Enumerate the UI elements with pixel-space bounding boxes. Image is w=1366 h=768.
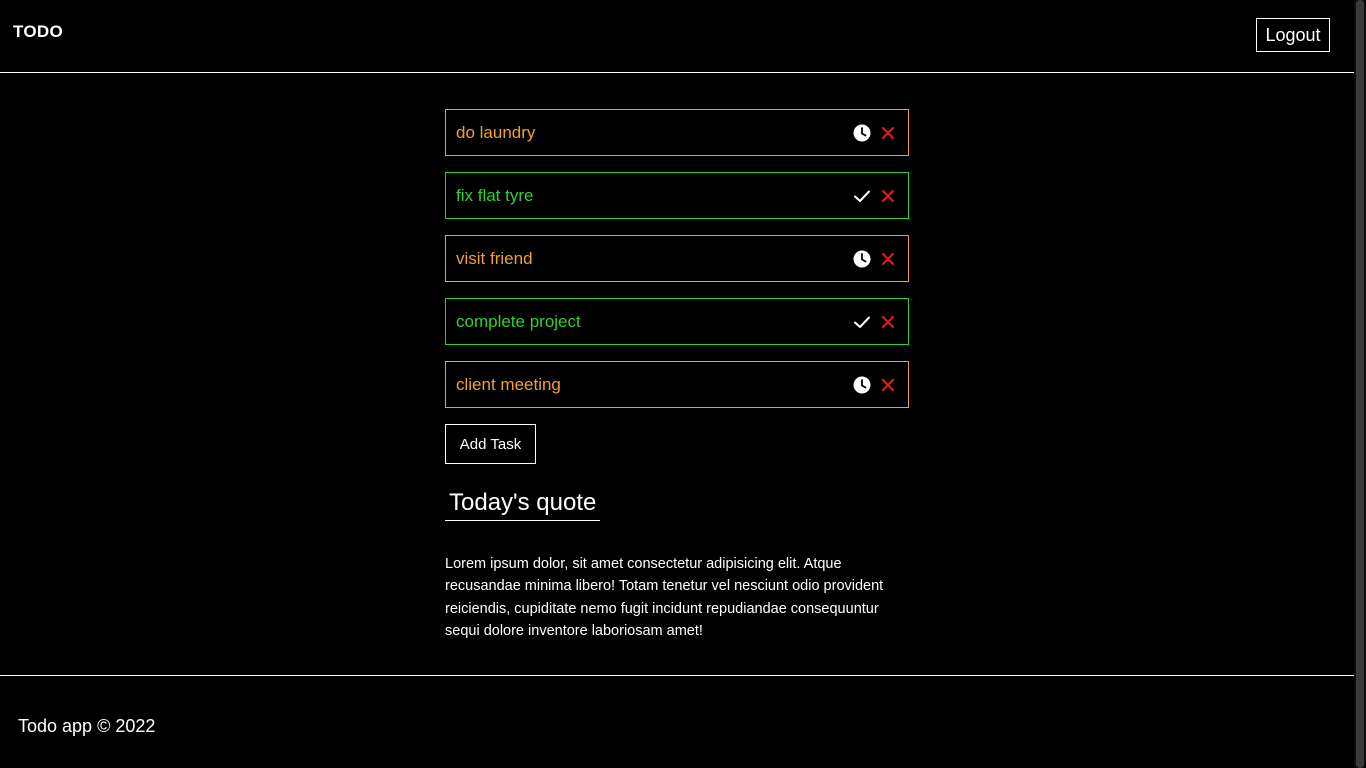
task-item: do laundry bbox=[445, 109, 909, 156]
task-label: client meeting bbox=[456, 375, 561, 394]
clock-icon[interactable] bbox=[853, 376, 871, 394]
check-icon[interactable] bbox=[853, 313, 871, 331]
copyright-text: Todo app © 2022 bbox=[18, 716, 156, 736]
add-task-button[interactable]: Add Task bbox=[445, 424, 536, 464]
page: TODO Logout do laundry fix flat tyre vis… bbox=[0, 0, 1354, 768]
app-header: TODO Logout bbox=[0, 0, 1354, 73]
delete-icon[interactable] bbox=[880, 377, 896, 393]
task-label: fix flat tyre bbox=[456, 186, 534, 205]
clock-icon[interactable] bbox=[853, 124, 871, 142]
scrollbar-thumb[interactable] bbox=[1356, 0, 1364, 768]
delete-icon[interactable] bbox=[880, 188, 896, 204]
task-item: visit friend bbox=[445, 235, 909, 282]
clock-icon[interactable] bbox=[853, 250, 871, 268]
task-label: do laundry bbox=[456, 123, 536, 142]
brand-title: TODO bbox=[13, 22, 64, 41]
task-item: client meeting bbox=[445, 361, 909, 408]
delete-icon[interactable] bbox=[880, 251, 896, 267]
delete-icon[interactable] bbox=[880, 125, 896, 141]
app-footer: Todo app © 2022 bbox=[0, 675, 1354, 768]
quote-text: Lorem ipsum dolor, sit amet consectetur … bbox=[445, 555, 884, 640]
task-label: visit friend bbox=[456, 249, 533, 268]
task-item: fix flat tyre bbox=[445, 172, 909, 219]
task-list: do laundry fix flat tyre visit friend co… bbox=[445, 109, 909, 408]
logout-button[interactable]: Logout bbox=[1256, 18, 1330, 52]
vertical-scrollbar[interactable] bbox=[1354, 0, 1366, 768]
check-icon[interactable] bbox=[853, 187, 871, 205]
task-item: complete project bbox=[445, 298, 909, 345]
quote-section: Today's quote Lorem ipsum dolor, sit ame… bbox=[445, 464, 909, 643]
task-label: complete project bbox=[456, 312, 581, 331]
task-panel: do laundry fix flat tyre visit friend co… bbox=[445, 109, 909, 657]
delete-icon[interactable] bbox=[880, 314, 896, 330]
quote-title: Today's quote bbox=[445, 488, 601, 521]
